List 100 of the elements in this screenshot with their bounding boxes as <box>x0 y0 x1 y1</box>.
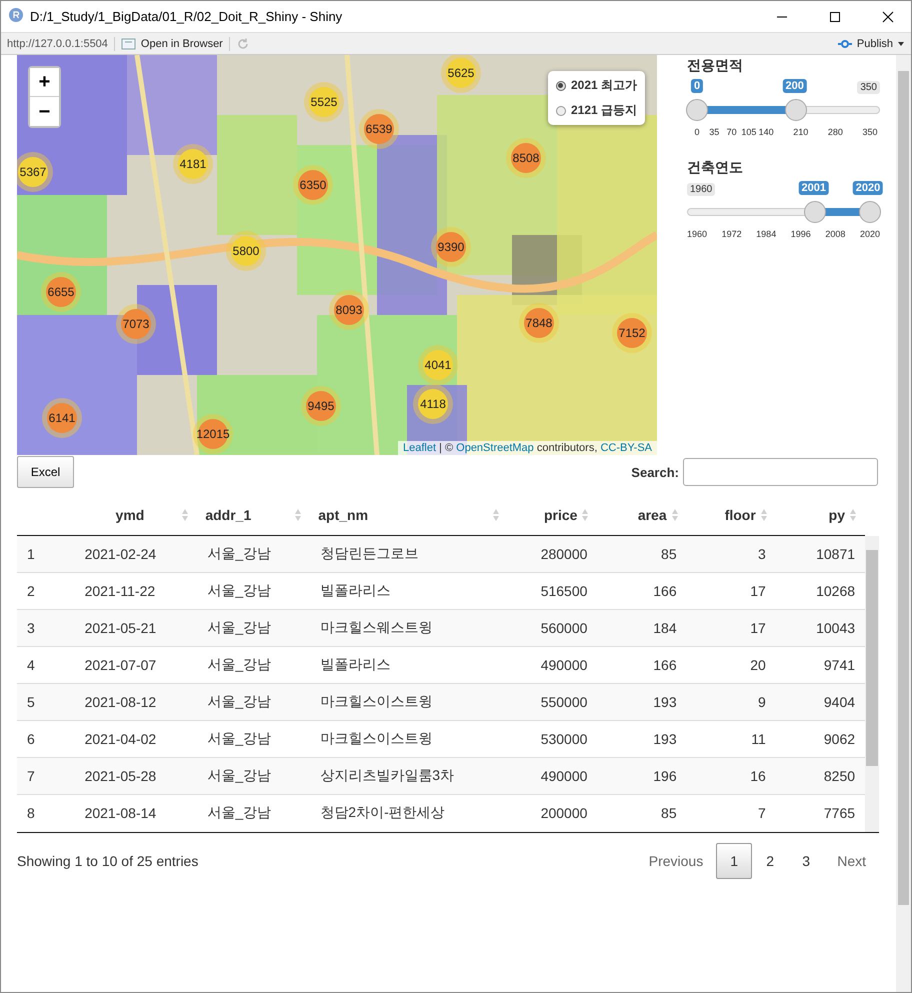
table-cell: 193 <box>653 731 677 747</box>
table-cell: 184 <box>653 620 677 636</box>
publish-button[interactable]: Publish <box>836 38 905 50</box>
table-scrollbar[interactable] <box>865 536 879 832</box>
table-cell: 서울_강남 <box>207 545 272 561</box>
layer-label[interactable]: 2021 최고가 <box>570 77 637 94</box>
column-header[interactable]: addr_1 <box>205 507 290 523</box>
table-cell: 8 <box>27 805 35 821</box>
column-header[interactable]: ymd <box>82 507 178 523</box>
caret-icon <box>897 40 905 46</box>
slider-handle[interactable] <box>804 201 826 223</box>
table-cell: 마크힐스이스트윙 <box>320 693 432 709</box>
table-cell: 빌폴라리스 <box>320 582 390 598</box>
tick-label: 1996 <box>790 229 811 239</box>
search-field[interactable] <box>683 458 878 486</box>
pagination-button[interactable]: Previous <box>636 843 716 879</box>
table-cell: 550000 <box>540 694 588 710</box>
table-cell: 490000 <box>540 657 588 673</box>
tick-label: 1984 <box>756 229 776 239</box>
attribution-link[interactable]: CC-BY-SA <box>600 442 652 454</box>
table-cell: 9 <box>758 694 766 710</box>
tick-label: 2020 <box>860 229 880 239</box>
pagination-button[interactable]: 2 <box>752 843 788 879</box>
page-scrollbar[interactable] <box>896 55 911 992</box>
column-header[interactable]: area <box>638 507 667 523</box>
refresh-icon[interactable] <box>236 36 250 50</box>
column-header[interactable]: py <box>828 507 845 523</box>
table-cell: 10871 <box>816 546 856 562</box>
window-title: D:/1_Study/1_BigData/01_R/02_Doit_R_Shiny - Shiny <box>30 9 342 24</box>
excel-button[interactable]: Excel <box>17 456 74 488</box>
zoom-in-button[interactable]: + <box>30 68 59 97</box>
table-cell: 166 <box>653 657 677 673</box>
slider-edge-label: 1960 <box>687 183 716 196</box>
sort-icon[interactable] <box>760 508 768 522</box>
tick-label: 350 <box>862 127 878 137</box>
column-header[interactable]: price <box>544 507 578 523</box>
attribution-link[interactable]: Leaflet <box>402 442 436 454</box>
table-cell: 서울_강남 <box>207 656 272 672</box>
table-cell: 17 <box>750 620 766 636</box>
table-cell: 16 <box>750 768 766 784</box>
handle-value: 2020 <box>852 181 884 195</box>
sort-icon[interactable] <box>492 508 500 522</box>
range-slider[interactable] <box>685 201 882 223</box>
maximize-icon[interactable] <box>829 10 841 22</box>
tick-label: 140 <box>758 127 774 137</box>
pagination-button[interactable]: Next <box>824 843 879 879</box>
table-cell: 청담린든그로브 <box>320 545 418 561</box>
table-cell: 3 <box>27 620 35 636</box>
attribution-link[interactable]: OpenStreetMap <box>456 442 534 454</box>
sort-icon[interactable] <box>581 508 590 522</box>
radio-button[interactable] <box>556 106 566 116</box>
slider-label: 건축연도 <box>687 159 744 177</box>
table-cell: 10043 <box>816 620 856 636</box>
sort-icon[interactable] <box>670 508 679 522</box>
slider-handle[interactable] <box>784 99 807 121</box>
tick-label: 0 <box>694 127 700 137</box>
column-header[interactable]: apt_nm <box>318 507 488 523</box>
table-cell: 10268 <box>816 583 856 599</box>
column-header[interactable]: floor <box>724 507 756 523</box>
table-cell: 9062 <box>824 731 856 747</box>
table-cell: 2021-05-21 <box>84 620 156 636</box>
browser-window-icon <box>120 38 137 50</box>
sort-icon[interactable] <box>849 508 857 522</box>
pagination-button[interactable]: 3 <box>788 843 824 879</box>
table-cell: 빌폴라리스 <box>320 656 390 672</box>
table-cell: 516500 <box>540 583 588 599</box>
table-cell: 17 <box>750 583 766 599</box>
table-cell: 서울_강남 <box>207 582 272 598</box>
tick-label: 280 <box>828 127 843 137</box>
tick-label: 35 <box>709 127 720 137</box>
handle-value: 2001 <box>798 181 830 195</box>
pagination-button[interactable]: 1 <box>716 843 752 879</box>
table-cell: 2021-04-02 <box>84 731 156 747</box>
attribution-text: Leaflet | © OpenStreetMap contributors, CC-BY-SA <box>398 441 657 455</box>
table-cell: 서울_강남 <box>207 767 272 783</box>
table-cell: 9741 <box>824 657 856 673</box>
table-cell: 4 <box>27 657 35 673</box>
table-cell: 6 <box>27 731 35 747</box>
entries-info: Showing 1 to 10 of 25 entries <box>17 853 198 869</box>
layer-label[interactable]: 2121 급등지 <box>570 102 637 119</box>
table-cell: 3 <box>758 546 766 562</box>
slider-edge-label: 350 <box>857 81 880 94</box>
table-cell: 서울_강남 <box>207 619 272 635</box>
table-cell: 2021-07-07 <box>84 657 156 673</box>
table-cell: 490000 <box>540 768 588 784</box>
table-cell: 2021-11-22 <box>84 583 156 599</box>
sort-icon[interactable] <box>181 508 190 522</box>
slider-handle[interactable] <box>686 99 708 121</box>
table-cell: 200000 <box>540 805 588 821</box>
range-slider[interactable] <box>685 99 882 121</box>
table-cell: 85 <box>661 546 677 562</box>
close-icon[interactable] <box>882 10 894 22</box>
radio-button[interactable] <box>556 80 566 90</box>
open-in-browser-button[interactable]: Open in Browser <box>120 38 223 50</box>
sort-icon[interactable] <box>294 508 302 522</box>
table-cell: 마크힐스웨스트윙 <box>320 619 432 635</box>
slider-handle[interactable] <box>859 201 881 223</box>
table-cell: 서울_강남 <box>207 693 272 709</box>
tick-label: 210 <box>793 127 808 137</box>
table-cell: 196 <box>653 768 677 784</box>
